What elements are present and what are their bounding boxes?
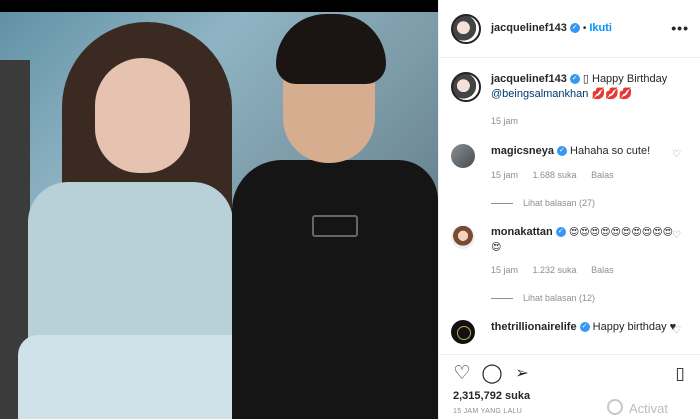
comment-item: magicsneya ✓ Hahaha so cute! ♡ 15 jam 1.6…: [451, 144, 691, 214]
verified-badge-icon: ✓: [579, 322, 590, 333]
comment-meta: 15 jam 1.232 suka Balas: [491, 263, 626, 278]
caption-time[interactable]: 15 jam: [491, 116, 518, 126]
post-timestamp[interactable]: 15 JAM YANG LALU: [453, 408, 522, 415]
comment-bubble-icon[interactable]: ◯: [481, 363, 503, 385]
comment-item: monakattan ✓ 😍😍😍😍😍😍😍😍😍😍😍 ♡ 15 jam 1.232 s…: [451, 225, 691, 305]
separator-dot: •: [582, 23, 587, 34]
author-username[interactable]: jacquelinef143: [491, 22, 567, 34]
author-avatar[interactable]: [451, 14, 481, 44]
share-paper-plane-icon[interactable]: ➢: [511, 363, 533, 385]
verified-badge-icon: ✓: [556, 146, 567, 157]
photo-girl-skirt: [18, 335, 248, 419]
view-replies-label: Lihat balasan (12): [523, 293, 596, 303]
comment-reply-button[interactable]: Balas: [591, 265, 614, 275]
post-header: jacquelinef143 ✓ • Ikuti •••: [439, 0, 700, 58]
post-side-panel: jacquelinef143 ✓ • Ikuti ••• jacquelinef143…: [438, 0, 700, 419]
comment-time[interactable]: 15 jam: [491, 265, 518, 275]
verified-badge-icon: ✓: [555, 227, 566, 238]
activate-windows-icon: [607, 399, 623, 415]
post-actions: ♡ ◯ ➢ ▯ 2,315,792 suka 15 JAM YANG LALU …: [439, 354, 700, 419]
verified-badge-icon: ✓: [569, 23, 580, 34]
comment-like-icon[interactable]: ♡: [672, 147, 681, 162]
comment-meta: 15 jam 1.688 suka Balas: [491, 168, 626, 183]
comment-body: Hahaha so cute!: [570, 145, 651, 157]
comment-text: thetrillionairelife ✓ Happy birthday ♥: [491, 320, 681, 335]
caption-prefix: ▯ Happy Birthday: [582, 73, 668, 85]
post-photo[interactable]: [0, 0, 438, 419]
caption-text: jacquelinef143 ✓ ▯ Happy Birthday @beings…: [491, 72, 681, 102]
comment-body: Happy birthday ♥: [592, 321, 677, 333]
photo-shirt-logo: [312, 215, 358, 237]
replies-divider: [491, 298, 513, 300]
comment-like-icon[interactable]: ♡: [672, 228, 681, 243]
comment-item: thetrillionairelife ✓ Happy birthday ♥ ♡: [451, 320, 691, 354]
caption-mention-link[interactable]: @beingsalmankhan: [491, 88, 588, 100]
likes-count[interactable]: 2,315,792 suka: [453, 390, 530, 402]
more-options-icon[interactable]: •••: [671, 20, 689, 36]
photo-boy-shirt: [232, 160, 438, 419]
caption-emoji: 💋💋💋: [591, 88, 633, 100]
comment-likes[interactable]: 1.232 suka: [533, 265, 577, 275]
photo-top-bar: [0, 0, 438, 12]
follow-button[interactable]: Ikuti: [589, 22, 612, 34]
comment-text: monakattan ✓ 😍😍😍😍😍😍😍😍😍😍😍: [491, 225, 681, 255]
verified-badge-icon: ✓: [569, 74, 580, 85]
comment-text: magicsneya ✓ Hahaha so cute!: [491, 144, 681, 159]
comment-likes[interactable]: 1.688 suka: [533, 170, 577, 180]
comment-username[interactable]: monakattan: [491, 226, 553, 238]
comment-avatar[interactable]: [451, 144, 475, 168]
view-replies-label: Lihat balasan (27): [523, 198, 596, 208]
view-replies-button[interactable]: Lihat balasan (12): [491, 291, 595, 306]
view-replies-button[interactable]: Lihat balasan (27): [491, 196, 595, 211]
like-heart-icon[interactable]: ♡: [451, 363, 473, 385]
replies-divider: [491, 203, 513, 205]
comment-avatar[interactable]: [451, 320, 475, 344]
caption-username[interactable]: jacquelinef143: [491, 73, 567, 85]
comment-time[interactable]: 15 jam: [491, 170, 518, 180]
caption-meta: 15 jam: [491, 114, 530, 129]
activate-windows-watermark: Activat: [629, 401, 669, 416]
caption: jacquelinef143 ✓ ▯ Happy Birthday @beings…: [451, 72, 691, 132]
bookmark-icon[interactable]: ▯: [669, 363, 691, 385]
comment-reply-button[interactable]: Balas: [591, 170, 614, 180]
comment-username[interactable]: thetrillionairelife: [491, 321, 577, 333]
comment-avatar[interactable]: [451, 225, 475, 249]
caption-avatar[interactable]: [451, 72, 481, 102]
photo-girl-face: [95, 58, 190, 173]
comments-list[interactable]: jacquelinef143 ✓ ▯ Happy Birthday @beings…: [439, 58, 700, 354]
comment-username[interactable]: magicsneya: [491, 145, 554, 157]
comment-like-icon[interactable]: ♡: [672, 323, 681, 338]
